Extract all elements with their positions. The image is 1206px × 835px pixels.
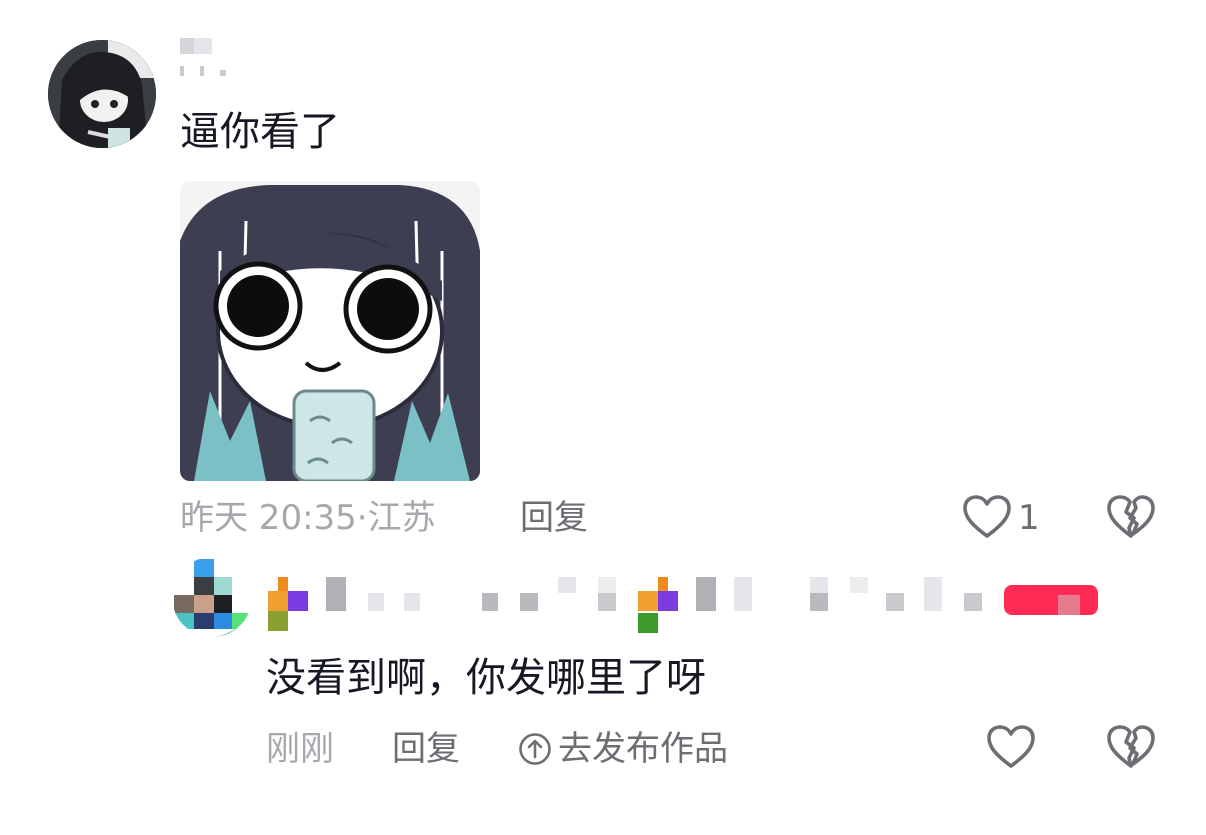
meta-separator: · xyxy=(356,498,368,538)
avatar-image xyxy=(48,40,156,148)
commenter-avatar[interactable] xyxy=(48,40,156,148)
like-button[interactable] xyxy=(986,724,1036,770)
comment-sticker-image[interactable] xyxy=(180,181,480,481)
reply-button[interactable]: 回复 xyxy=(520,496,588,540)
dislike-button[interactable] xyxy=(1106,494,1156,540)
like-button[interactable] xyxy=(962,494,1012,540)
avatar-image xyxy=(172,557,252,637)
reply-text: 没看到啊，你发哪里了呀 xyxy=(266,655,706,701)
broken-heart-icon xyxy=(1107,495,1155,538)
comment-meta: 昨天 20:35·江苏 xyxy=(180,496,436,540)
replier-avatar[interactable] xyxy=(172,557,252,637)
reply-timestamp: 刚刚 xyxy=(266,729,334,769)
reply-button[interactable]: 回复 xyxy=(392,727,460,771)
reply-username-redacted[interactable] xyxy=(268,575,1108,637)
comment-thread: 逼你看了 昨天 20:35·江苏 回复 1 没看到啊，你发哪里了呀 刚刚 回复 … xyxy=(0,0,1206,835)
redacted-name-pixels xyxy=(268,577,1098,633)
broken-heart-icon xyxy=(1107,725,1155,768)
like-count: 1 xyxy=(1018,498,1040,538)
heart-outline-icon xyxy=(963,495,1011,538)
dislike-button[interactable] xyxy=(1106,724,1156,770)
publish-works-button[interactable]: 去发布作品 xyxy=(518,727,728,771)
heart-outline-icon xyxy=(987,725,1035,768)
comment-text: 逼你看了 xyxy=(180,109,340,155)
sticker-illustration xyxy=(180,181,480,481)
comment-timestamp: 昨天 20:35 xyxy=(180,498,357,538)
redacted-name-pixels xyxy=(180,38,226,76)
commenter-username-redacted[interactable] xyxy=(180,38,242,78)
publish-works-label: 去发布作品 xyxy=(558,729,728,769)
arrow-up-circle-icon xyxy=(519,733,551,765)
comment-location: 江苏 xyxy=(367,498,436,538)
